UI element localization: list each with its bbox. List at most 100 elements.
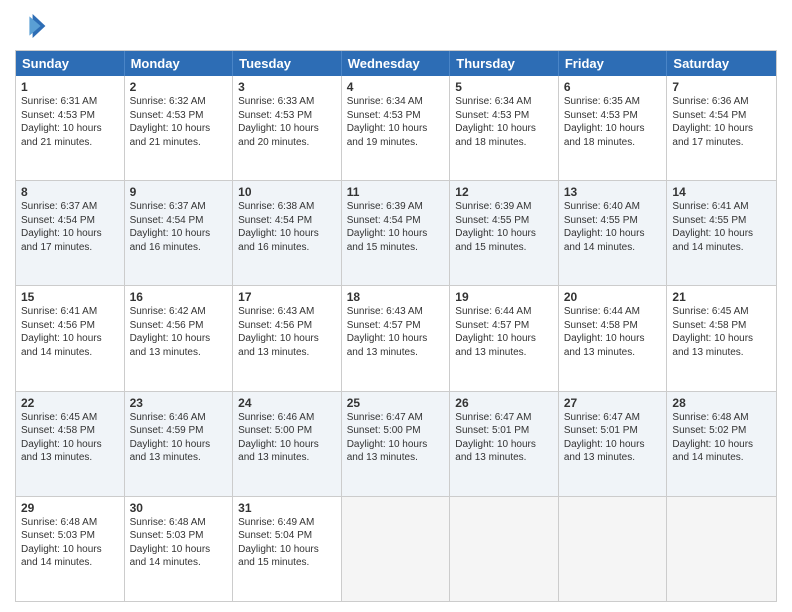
day-info: Sunrise: 6:37 AM Sunset: 4:54 PM Dayligh… xyxy=(130,200,228,254)
day-cell-23: 23Sunrise: 6:46 AM Sunset: 4:59 PM Dayli… xyxy=(125,392,234,496)
header xyxy=(15,10,777,42)
header-day-sunday: Sunday xyxy=(16,51,125,76)
day-info: Sunrise: 6:39 AM Sunset: 4:55 PM Dayligh… xyxy=(455,200,553,254)
day-cell-13: 13Sunrise: 6:40 AM Sunset: 4:55 PM Dayli… xyxy=(559,181,668,285)
day-number: 21 xyxy=(672,290,771,304)
day-number: 26 xyxy=(455,396,553,410)
day-number: 24 xyxy=(238,396,336,410)
empty-cell xyxy=(559,497,668,601)
day-number: 22 xyxy=(21,396,119,410)
day-number: 14 xyxy=(672,185,771,199)
day-number: 25 xyxy=(347,396,445,410)
header-day-tuesday: Tuesday xyxy=(233,51,342,76)
day-info: Sunrise: 6:38 AM Sunset: 4:54 PM Dayligh… xyxy=(238,200,336,254)
day-info: Sunrise: 6:49 AM Sunset: 5:04 PM Dayligh… xyxy=(238,516,336,570)
day-cell-27: 27Sunrise: 6:47 AM Sunset: 5:01 PM Dayli… xyxy=(559,392,668,496)
day-cell-8: 8Sunrise: 6:37 AM Sunset: 4:54 PM Daylig… xyxy=(16,181,125,285)
day-cell-5: 5Sunrise: 6:34 AM Sunset: 4:53 PM Daylig… xyxy=(450,76,559,180)
calendar-row-4: 29Sunrise: 6:48 AM Sunset: 5:03 PM Dayli… xyxy=(16,496,776,601)
day-number: 31 xyxy=(238,501,336,515)
day-number: 6 xyxy=(564,80,662,94)
day-cell-17: 17Sunrise: 6:43 AM Sunset: 4:56 PM Dayli… xyxy=(233,286,342,390)
day-cell-19: 19Sunrise: 6:44 AM Sunset: 4:57 PM Dayli… xyxy=(450,286,559,390)
day-cell-2: 2Sunrise: 6:32 AM Sunset: 4:53 PM Daylig… xyxy=(125,76,234,180)
day-info: Sunrise: 6:47 AM Sunset: 5:01 PM Dayligh… xyxy=(455,411,553,465)
day-info: Sunrise: 6:45 AM Sunset: 4:58 PM Dayligh… xyxy=(21,411,119,465)
day-number: 2 xyxy=(130,80,228,94)
day-info: Sunrise: 6:32 AM Sunset: 4:53 PM Dayligh… xyxy=(130,95,228,149)
day-cell-3: 3Sunrise: 6:33 AM Sunset: 4:53 PM Daylig… xyxy=(233,76,342,180)
day-cell-25: 25Sunrise: 6:47 AM Sunset: 5:00 PM Dayli… xyxy=(342,392,451,496)
header-day-friday: Friday xyxy=(559,51,668,76)
calendar-body: 1Sunrise: 6:31 AM Sunset: 4:53 PM Daylig… xyxy=(16,76,776,601)
day-number: 9 xyxy=(130,185,228,199)
day-cell-18: 18Sunrise: 6:43 AM Sunset: 4:57 PM Dayli… xyxy=(342,286,451,390)
day-number: 19 xyxy=(455,290,553,304)
day-number: 17 xyxy=(238,290,336,304)
day-info: Sunrise: 6:34 AM Sunset: 4:53 PM Dayligh… xyxy=(347,95,445,149)
day-number: 18 xyxy=(347,290,445,304)
day-info: Sunrise: 6:35 AM Sunset: 4:53 PM Dayligh… xyxy=(564,95,662,149)
day-number: 3 xyxy=(238,80,336,94)
day-cell-14: 14Sunrise: 6:41 AM Sunset: 4:55 PM Dayli… xyxy=(667,181,776,285)
header-day-thursday: Thursday xyxy=(450,51,559,76)
day-cell-10: 10Sunrise: 6:38 AM Sunset: 4:54 PM Dayli… xyxy=(233,181,342,285)
day-number: 13 xyxy=(564,185,662,199)
empty-cell xyxy=(667,497,776,601)
day-info: Sunrise: 6:48 AM Sunset: 5:02 PM Dayligh… xyxy=(672,411,771,465)
day-info: Sunrise: 6:44 AM Sunset: 4:58 PM Dayligh… xyxy=(564,305,662,359)
calendar-row-2: 15Sunrise: 6:41 AM Sunset: 4:56 PM Dayli… xyxy=(16,285,776,390)
day-cell-16: 16Sunrise: 6:42 AM Sunset: 4:56 PM Dayli… xyxy=(125,286,234,390)
day-info: Sunrise: 6:33 AM Sunset: 4:53 PM Dayligh… xyxy=(238,95,336,149)
header-day-saturday: Saturday xyxy=(667,51,776,76)
day-cell-11: 11Sunrise: 6:39 AM Sunset: 4:54 PM Dayli… xyxy=(342,181,451,285)
day-number: 16 xyxy=(130,290,228,304)
day-info: Sunrise: 6:34 AM Sunset: 4:53 PM Dayligh… xyxy=(455,95,553,149)
day-number: 20 xyxy=(564,290,662,304)
day-number: 7 xyxy=(672,80,771,94)
calendar-header: SundayMondayTuesdayWednesdayThursdayFrid… xyxy=(16,51,776,76)
calendar-row-3: 22Sunrise: 6:45 AM Sunset: 4:58 PM Dayli… xyxy=(16,391,776,496)
day-cell-21: 21Sunrise: 6:45 AM Sunset: 4:58 PM Dayli… xyxy=(667,286,776,390)
day-cell-4: 4Sunrise: 6:34 AM Sunset: 4:53 PM Daylig… xyxy=(342,76,451,180)
calendar-row-1: 8Sunrise: 6:37 AM Sunset: 4:54 PM Daylig… xyxy=(16,180,776,285)
day-info: Sunrise: 6:41 AM Sunset: 4:56 PM Dayligh… xyxy=(21,305,119,359)
day-info: Sunrise: 6:43 AM Sunset: 4:56 PM Dayligh… xyxy=(238,305,336,359)
day-info: Sunrise: 6:47 AM Sunset: 5:01 PM Dayligh… xyxy=(564,411,662,465)
day-number: 5 xyxy=(455,80,553,94)
day-number: 12 xyxy=(455,185,553,199)
day-cell-12: 12Sunrise: 6:39 AM Sunset: 4:55 PM Dayli… xyxy=(450,181,559,285)
day-info: Sunrise: 6:47 AM Sunset: 5:00 PM Dayligh… xyxy=(347,411,445,465)
day-info: Sunrise: 6:37 AM Sunset: 4:54 PM Dayligh… xyxy=(21,200,119,254)
day-info: Sunrise: 6:40 AM Sunset: 4:55 PM Dayligh… xyxy=(564,200,662,254)
logo xyxy=(15,10,51,42)
day-cell-26: 26Sunrise: 6:47 AM Sunset: 5:01 PM Dayli… xyxy=(450,392,559,496)
day-cell-15: 15Sunrise: 6:41 AM Sunset: 4:56 PM Dayli… xyxy=(16,286,125,390)
day-info: Sunrise: 6:43 AM Sunset: 4:57 PM Dayligh… xyxy=(347,305,445,359)
day-cell-6: 6Sunrise: 6:35 AM Sunset: 4:53 PM Daylig… xyxy=(559,76,668,180)
day-cell-1: 1Sunrise: 6:31 AM Sunset: 4:53 PM Daylig… xyxy=(16,76,125,180)
day-number: 1 xyxy=(21,80,119,94)
day-number: 28 xyxy=(672,396,771,410)
day-cell-22: 22Sunrise: 6:45 AM Sunset: 4:58 PM Dayli… xyxy=(16,392,125,496)
logo-icon xyxy=(15,10,47,42)
day-number: 4 xyxy=(347,80,445,94)
calendar: SundayMondayTuesdayWednesdayThursdayFrid… xyxy=(15,50,777,602)
day-info: Sunrise: 6:45 AM Sunset: 4:58 PM Dayligh… xyxy=(672,305,771,359)
empty-cell xyxy=(342,497,451,601)
day-number: 15 xyxy=(21,290,119,304)
day-info: Sunrise: 6:44 AM Sunset: 4:57 PM Dayligh… xyxy=(455,305,553,359)
day-number: 27 xyxy=(564,396,662,410)
day-number: 23 xyxy=(130,396,228,410)
day-info: Sunrise: 6:39 AM Sunset: 4:54 PM Dayligh… xyxy=(347,200,445,254)
day-cell-28: 28Sunrise: 6:48 AM Sunset: 5:02 PM Dayli… xyxy=(667,392,776,496)
page: SundayMondayTuesdayWednesdayThursdayFrid… xyxy=(0,0,792,612)
day-cell-20: 20Sunrise: 6:44 AM Sunset: 4:58 PM Dayli… xyxy=(559,286,668,390)
header-day-wednesday: Wednesday xyxy=(342,51,451,76)
day-info: Sunrise: 6:46 AM Sunset: 5:00 PM Dayligh… xyxy=(238,411,336,465)
day-number: 10 xyxy=(238,185,336,199)
day-cell-24: 24Sunrise: 6:46 AM Sunset: 5:00 PM Dayli… xyxy=(233,392,342,496)
day-cell-30: 30Sunrise: 6:48 AM Sunset: 5:03 PM Dayli… xyxy=(125,497,234,601)
day-cell-7: 7Sunrise: 6:36 AM Sunset: 4:54 PM Daylig… xyxy=(667,76,776,180)
empty-cell xyxy=(450,497,559,601)
